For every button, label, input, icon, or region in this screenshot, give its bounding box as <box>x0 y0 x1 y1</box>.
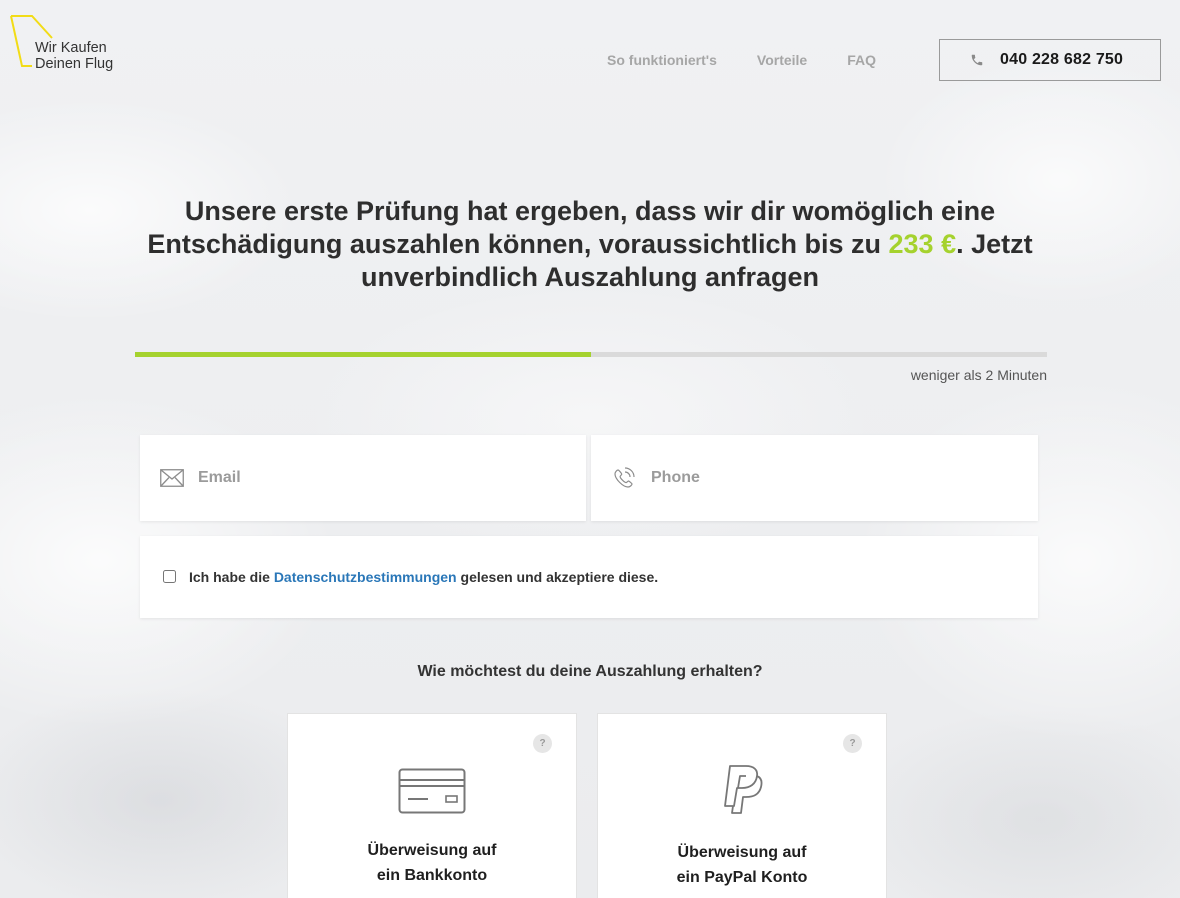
paypal-icon <box>724 765 763 814</box>
payout-option-line-1: Überweisung auf <box>677 844 807 861</box>
help-icon[interactable]: ? <box>533 734 552 753</box>
email-input[interactable] <box>198 469 558 487</box>
phone-ringing-icon <box>614 467 635 488</box>
phone-button[interactable]: 040 228 682 750 <box>939 39 1161 81</box>
phone-field-container <box>591 435 1038 521</box>
compensation-amount: 233 € <box>888 229 957 259</box>
logo-text: Wir Kaufen Deinen Flug <box>35 40 113 72</box>
phone-input[interactable] <box>651 469 1011 487</box>
phone-number: 040 228 682 750 <box>1000 51 1124 68</box>
payout-option-label: Überweisung auf ein Bankkonto <box>288 838 576 888</box>
payout-question: Wie möchtest du deine Auszahlung erhalte… <box>417 663 763 680</box>
headline-text-1: Unsere erste Prüfung hat ergeben, dass w… <box>147 196 996 259</box>
consent-text-before: Ich habe die <box>189 569 274 585</box>
payout-option-line-1: Überweisung auf <box>367 842 497 859</box>
payout-option-label: Überweisung auf ein PayPal Konto <box>598 840 886 890</box>
nav-faq[interactable]: FAQ <box>847 52 876 68</box>
nav-advantages[interactable]: Vorteile <box>757 52 807 68</box>
phone-icon <box>971 54 983 66</box>
progress-bar-fill <box>135 352 591 357</box>
logo[interactable]: Wir Kaufen Deinen Flug <box>10 12 130 74</box>
page-headline: Unsere erste Prüfung hat ergeben, dass w… <box>120 195 1060 294</box>
consent-box: Ich habe die Datenschutzbestimmungen gel… <box>140 536 1038 618</box>
privacy-policy-link[interactable]: Datenschutzbestimmungen <box>274 569 457 585</box>
payout-option-bank[interactable]: ? Überweisung auf ein Bankkonto <box>287 713 577 898</box>
payout-option-line-2: ein PayPal Konto <box>676 869 808 886</box>
envelope-icon <box>160 469 184 487</box>
consent-text: Ich habe die Datenschutzbestimmungen gel… <box>189 569 658 585</box>
logo-line-1: Wir Kaufen <box>35 40 107 56</box>
credit-card-icon <box>398 768 466 814</box>
consent-text-after: gelesen und akzeptiere diese. <box>456 569 659 585</box>
email-field-container <box>140 435 586 521</box>
consent-checkbox[interactable] <box>163 570 176 583</box>
progress-note: weniger als 2 Minuten <box>910 367 1047 383</box>
payout-option-line-2: ein Bankkonto <box>376 867 488 884</box>
progress-bar <box>135 352 1047 357</box>
main-nav: So funktioniert's Vorteile FAQ <box>607 52 916 68</box>
payout-option-paypal[interactable]: ? Überweisung auf ein PayPal Konto <box>597 713 887 898</box>
nav-how-it-works[interactable]: So funktioniert's <box>607 52 717 68</box>
help-icon[interactable]: ? <box>843 734 862 753</box>
logo-line-2: Deinen Flug <box>35 56 114 72</box>
